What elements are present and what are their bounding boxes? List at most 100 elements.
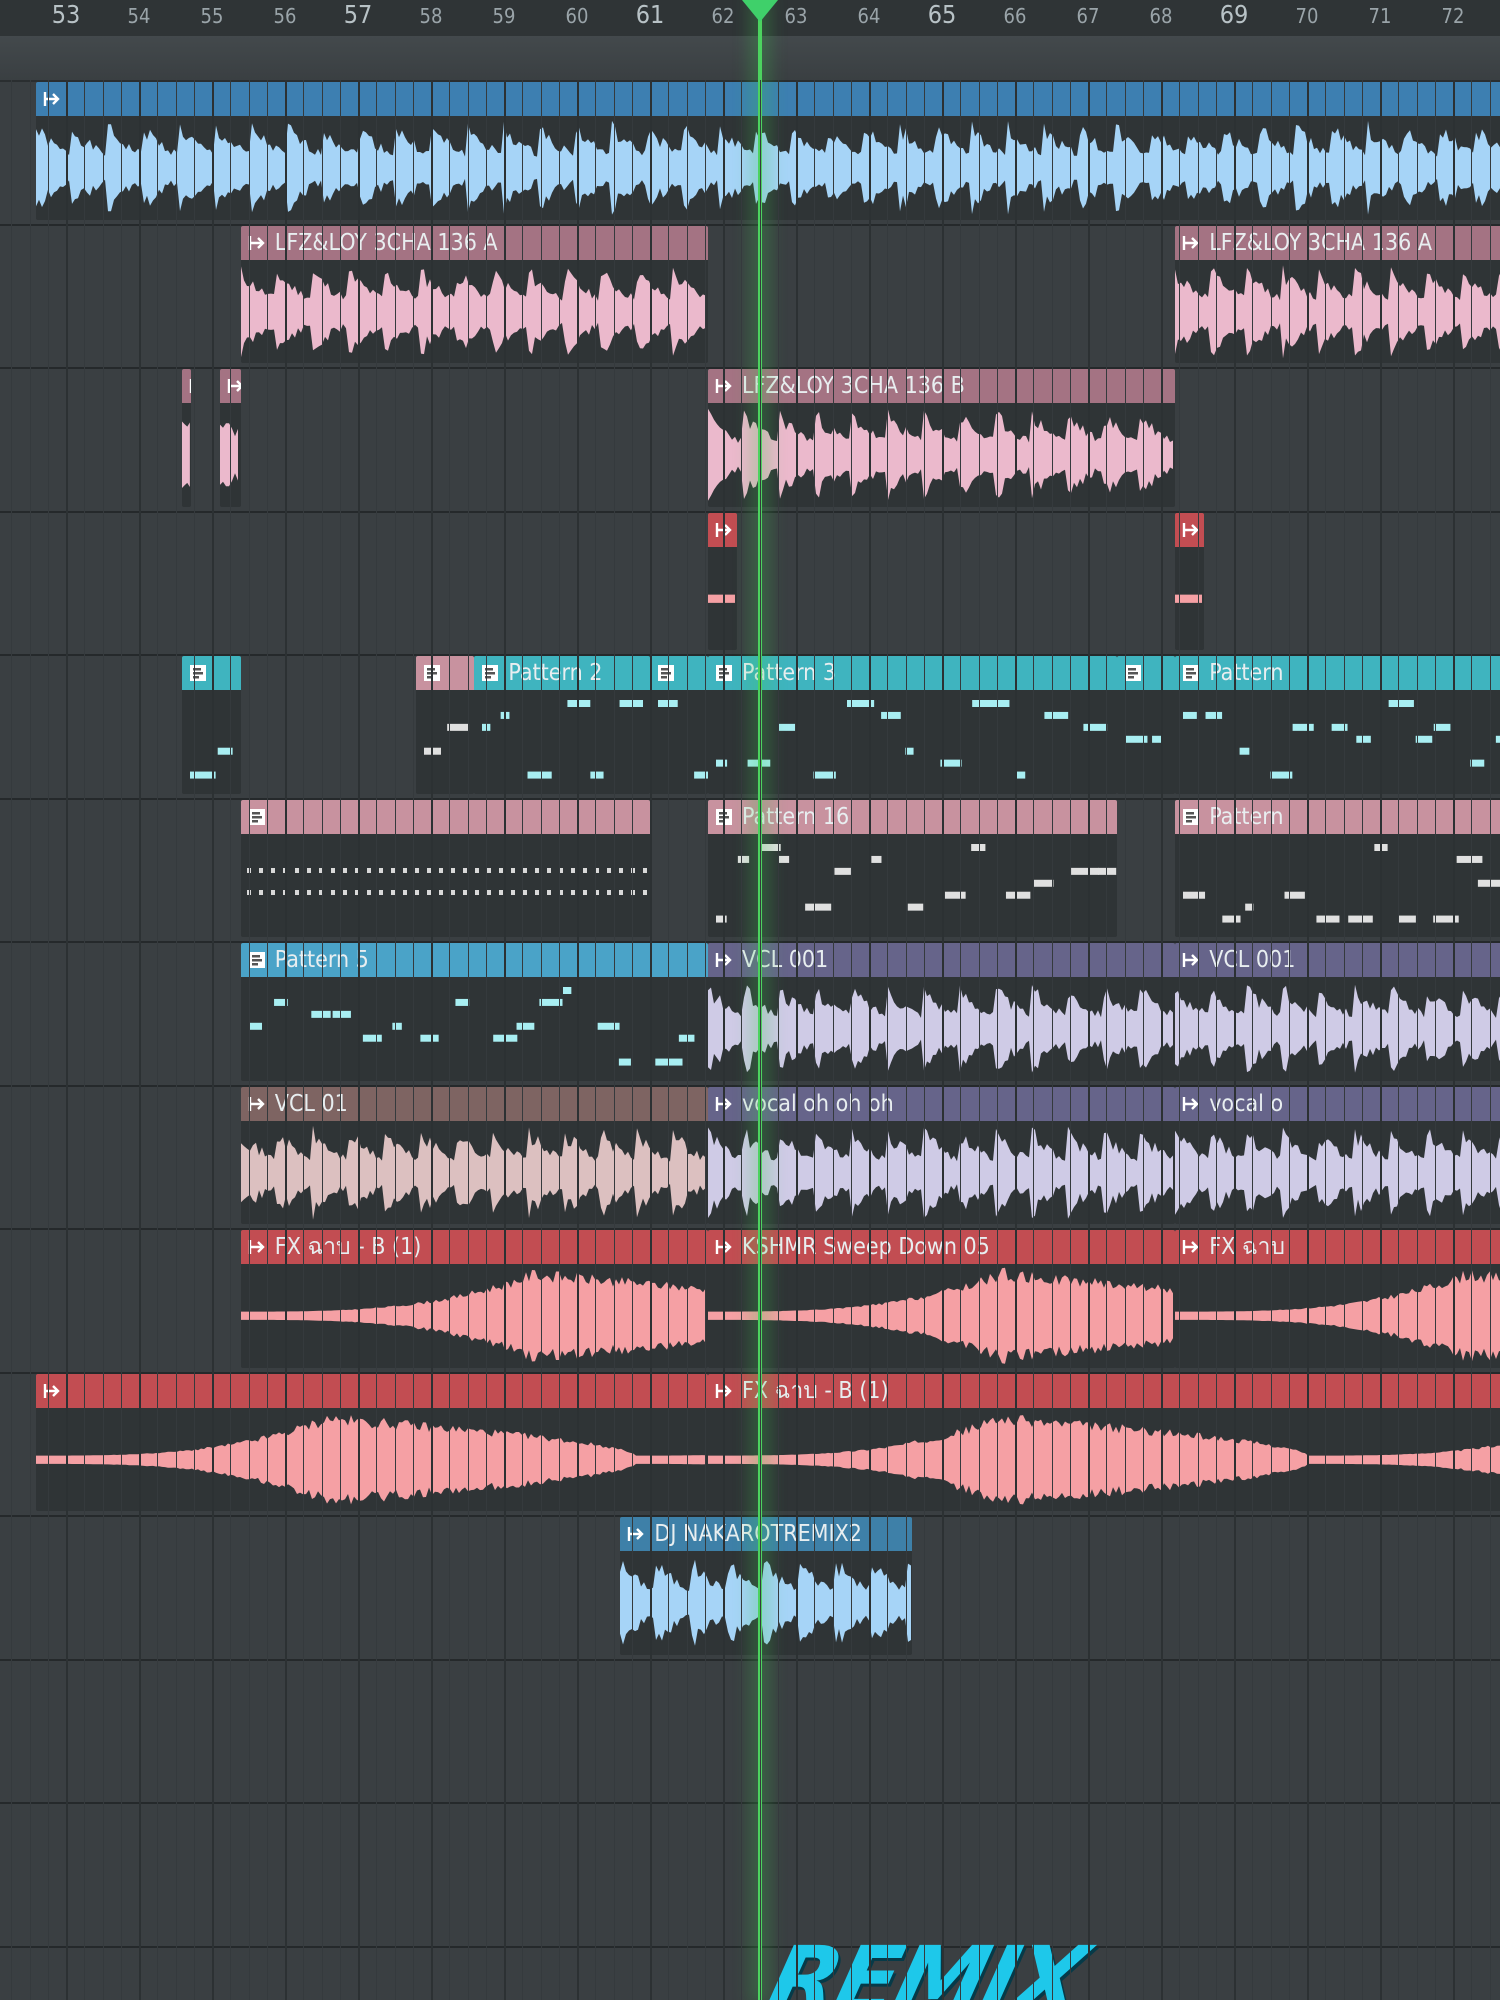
clip-audio-vcl-001[interactable]: VCL 001 <box>1175 943 1500 1081</box>
step <box>294 889 299 895</box>
note <box>590 771 604 779</box>
clip-audio-lfz-loy-3cha-136-a[interactable]: LFZ&LOY 3CHA 136 A <box>240 225 708 363</box>
clip-pattern[interactable] <box>649 656 708 794</box>
clip-header[interactable]: Pattern 2 <box>474 656 650 690</box>
pattern-notes <box>715 843 1117 923</box>
step <box>330 889 335 895</box>
bar-number-59[interactable]: 59 <box>493 4 516 28</box>
pattern-notes <box>715 700 1108 779</box>
clip-fx-fx-b-1-[interactable]: FX ฉาบ - B (1) <box>240 1230 708 1368</box>
clip-header[interactable]: Pattern <box>1175 799 1500 834</box>
clip-pattern-pattern-5[interactable]: Pattern 5 <box>240 943 708 1081</box>
track-row-13[interactable] <box>0 1802 1500 1948</box>
beat-grid-line <box>832 80 834 2000</box>
clip-audio[interactable] <box>36 82 1500 220</box>
clip-pattern-pattern[interactable]: Pattern <box>1175 799 1500 937</box>
clip-header[interactable] <box>1116 656 1176 690</box>
track-row-1[interactable] <box>0 80 1500 226</box>
clip-header[interactable]: Pattern 5 <box>240 943 708 977</box>
timeline-strip[interactable] <box>0 36 1500 82</box>
bar-number-69[interactable]: 69 <box>1220 0 1249 29</box>
note <box>1456 855 1483 863</box>
note <box>1433 723 1451 731</box>
clip-pattern-pattern[interactable]: Pattern <box>1175 656 1500 794</box>
bar-number-70[interactable]: 70 <box>1296 4 1319 28</box>
bar-number-66[interactable]: 66 <box>1004 4 1027 28</box>
clip-header[interactable]: vocal o <box>1175 1086 1500 1121</box>
clip-header[interactable]: Pattern 16 <box>708 799 1117 834</box>
track-row-7[interactable]: Pattern 5 VCL 001 VCL 001 <box>0 941 1500 1087</box>
track-row-3[interactable]: LFZ&LOY 3CHA 136 B <box>0 367 1500 513</box>
step <box>582 867 587 873</box>
beat-grid-line <box>595 80 597 2000</box>
clip-header[interactable] <box>649 656 708 690</box>
track-row-5[interactable]: Pattern 2 Pattern 3 Pattern <box>0 654 1500 800</box>
bar-number-65[interactable]: 65 <box>928 0 957 29</box>
bar-number-72[interactable]: 72 <box>1442 4 1465 28</box>
clip-header[interactable] <box>416 656 475 690</box>
bar-number-61[interactable]: 61 <box>636 0 665 29</box>
bar-number-54[interactable]: 54 <box>128 4 151 28</box>
note <box>1005 891 1031 899</box>
clip-header[interactable] <box>182 369 192 403</box>
clip-header[interactable] <box>36 1373 708 1408</box>
clip-audio-vocal-o[interactable]: vocal o <box>1175 1086 1500 1224</box>
clip-steps[interactable] <box>240 799 650 937</box>
bar-number-60[interactable]: 60 <box>566 4 589 28</box>
clip-audio[interactable] <box>182 369 192 507</box>
track-row-9[interactable]: FX ฉาบ - B (1) KSHMR Sweep Down 05 FX ฉาบ <box>0 1228 1500 1374</box>
clip-header[interactable]: VCL 01 <box>240 1086 708 1121</box>
bar-grid-line <box>139 80 141 2000</box>
bar-number-68[interactable]: 68 <box>1150 4 1173 28</box>
playhead-marker[interactable] <box>741 0 778 22</box>
bar-number-58[interactable]: 58 <box>420 4 443 28</box>
note <box>1388 700 1415 707</box>
bar-grid-line <box>1161 80 1163 2000</box>
track-row-2[interactable]: LFZ&LOY 3CHA 136 A LFZ&LOY 3CHA 136 A <box>0 224 1500 369</box>
step-pattern <box>246 867 647 895</box>
clip-pattern-pattern-16[interactable]: Pattern 16 <box>708 799 1117 937</box>
bar-grid-line <box>66 80 68 2000</box>
clip-header[interactable] <box>240 799 650 834</box>
bar-number-62[interactable]: 62 <box>712 4 735 28</box>
bar-number-71[interactable]: 71 <box>1369 4 1392 28</box>
beat-grid-line <box>29 80 31 2000</box>
clip-header[interactable] <box>36 82 1500 116</box>
clip-header[interactable]: VCL 001 <box>1175 943 1500 977</box>
step <box>342 889 347 895</box>
track-row-10[interactable]: FX ฉาบ - B (1) <box>0 1372 1500 1517</box>
track-row-6[interactable]: Pattern 16 Pattern <box>0 798 1500 943</box>
clip-audio-lfz-loy-3cha-136-a[interactable]: LFZ&LOY 3CHA 136 A <box>1175 225 1500 363</box>
track-row-8[interactable]: VCL 01 vocal oh oh oh vocal o <box>0 1085 1500 1230</box>
bar-number-63[interactable]: 63 <box>785 4 808 28</box>
bar-number-67[interactable]: 67 <box>1077 4 1100 28</box>
clip-pattern[interactable] <box>1116 656 1176 794</box>
clip-pattern[interactable] <box>416 656 475 794</box>
clip-header[interactable]: Pattern 3 <box>708 656 1117 690</box>
track-row-12[interactable] <box>0 1659 1500 1804</box>
note <box>1205 711 1223 719</box>
track-row-11[interactable]: DJ NAKAROTREMIX2 <box>0 1515 1500 1661</box>
bar-number-64[interactable]: 64 <box>858 4 881 28</box>
waveform-path <box>708 594 735 603</box>
clip-header[interactable]: LFZ&LOY 3CHA 136 A <box>1175 225 1500 260</box>
clip-fx[interactable] <box>36 1373 708 1511</box>
playlist-arrangement[interactable]: 53 54 55 56 57 58 59 60 61 62 63 64 65 66 67 68 69 70 71 72… <box>0 0 1500 2000</box>
clip-pattern-pattern-3[interactable]: Pattern 3 <box>708 656 1117 794</box>
track-row-4[interactable] <box>0 511 1500 656</box>
step <box>618 889 623 895</box>
bar-number-53[interactable]: 53 <box>52 0 81 29</box>
bar-number-57[interactable]: 57 <box>344 0 373 29</box>
clip-pattern-pattern-2[interactable]: Pattern 2 <box>474 656 650 794</box>
bar-number-56[interactable]: 56 <box>274 4 297 28</box>
clip-header[interactable]: FX ฉาบ <box>1175 1230 1500 1264</box>
note <box>944 891 966 899</box>
bar-number-55[interactable]: 55 <box>201 4 224 28</box>
clip-header[interactable]: Pattern <box>1175 656 1500 690</box>
clip-header[interactable]: LFZ&LOY 3CHA 136 A <box>240 225 708 260</box>
clip-audio-vcl-01[interactable]: VCL 01 <box>240 1086 708 1224</box>
note <box>1071 867 1100 875</box>
clip-header[interactable]: FX ฉาบ - B (1) <box>240 1230 708 1264</box>
clip-fx-fx-[interactable]: FX ฉาบ <box>1175 1230 1500 1368</box>
note <box>881 711 901 719</box>
